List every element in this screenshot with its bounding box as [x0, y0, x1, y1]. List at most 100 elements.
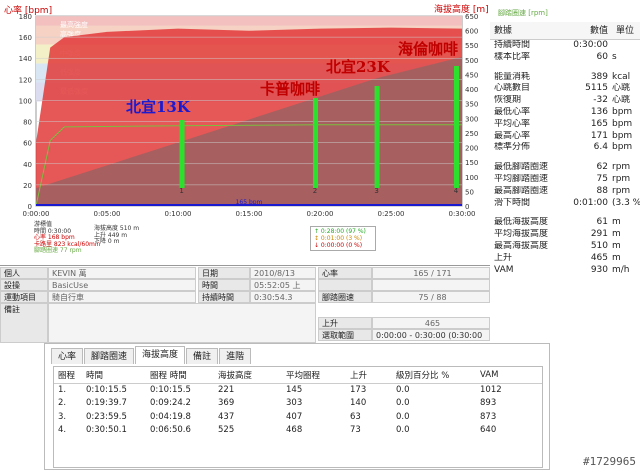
- summary-unit: m/h: [612, 264, 630, 275]
- summary-header-value[interactable]: 數值: [566, 22, 612, 39]
- note-label: 備註: [0, 303, 48, 343]
- y-tick-right: 550: [465, 42, 478, 50]
- summary-unit: rpm: [612, 185, 631, 196]
- col-lap[interactable]: 圈程: [54, 367, 82, 384]
- detail-tabs-panel: 心率 腳踏圈速 海拔高度 備註 進階 圈程 時間 圈程 時間 海拔高度 平均圈程…: [44, 343, 550, 470]
- x-tick: 0:05:00: [94, 210, 121, 218]
- summary-row: 最高腳踏圈速 88 rpm: [490, 186, 640, 198]
- summary-row: 樣本比率 60 s: [490, 52, 640, 64]
- summary-header-data[interactable]: 數據: [490, 22, 566, 39]
- person-label: 個人: [0, 267, 48, 279]
- time-field[interactable]: 05:52:05 上: [250, 279, 316, 291]
- tab-notes[interactable]: 備註: [186, 348, 219, 364]
- summary-row: 最低腳踏圈速 62 rpm: [490, 162, 640, 174]
- y-tick-left: 100: [19, 97, 32, 105]
- table-row[interactable]: 3. 0:23:59.5 0:04:19.8 437 407 63 0.0 873: [54, 410, 542, 424]
- chart-canvas[interactable]: 最高強度高強度中強度低強度最低強度18016014012010080604020…: [0, 0, 490, 222]
- person-field[interactable]: KEVIN 萬: [48, 267, 196, 279]
- y-tick-left: 20: [23, 182, 32, 190]
- col-time[interactable]: 時間: [82, 367, 146, 384]
- range-field: 0:00:00 - 0:30:00 (0:30:00: [372, 329, 490, 341]
- sport-field[interactable]: 騎自行車: [48, 291, 196, 303]
- summary-value: 6.4: [593, 142, 608, 153]
- summary-row: VAM 930 m/h: [490, 265, 640, 277]
- summary-value: 0:01:00: [573, 197, 608, 208]
- table-row[interactable]: 4. 0:30:50.1 0:06:50.6 525 468 73 0.0 640: [54, 424, 542, 438]
- summary-row: 平均腳踏圈速 75 rpm: [490, 174, 640, 186]
- table-row[interactable]: 2. 0:19:39.7 0:09:24.2 369 303 140 0.0 893: [54, 397, 542, 411]
- cursor-stat-line: 腳踏圈速 77 rpm: [34, 247, 82, 254]
- zone-time-box: ↑ 0:28:00 (97 %) ↕ 0:01:00 (3 %) ↓ 0:00:00…: [310, 226, 376, 251]
- summary-label: 最低海拔高度: [494, 217, 549, 228]
- lap-marker: [179, 120, 185, 188]
- summary-row: 最高海拔高度 510 m: [490, 241, 640, 253]
- duration-field[interactable]: 0:30:54.3: [250, 291, 316, 303]
- summary-header-unit[interactable]: 單位: [612, 22, 640, 39]
- y-tick-left: 80: [23, 119, 32, 127]
- summary-label: 恢復期: [494, 95, 522, 106]
- summary-label: 持續時間: [494, 40, 531, 50]
- zone-time-line: ↕ 0:01:00 (3 %): [314, 235, 363, 242]
- col-altitude[interactable]: 海拔高度: [214, 367, 282, 384]
- summary-unit: s: [612, 51, 617, 62]
- y-tick-left: 60: [23, 140, 32, 148]
- lap-number: 4: [454, 187, 459, 195]
- chart-annotation: 北宜23K: [326, 58, 391, 76]
- zone-label: 最高強度: [60, 20, 88, 29]
- summary-label: 平均海拔高度: [494, 229, 549, 240]
- summary-value: 165: [590, 118, 608, 129]
- x-tick: 0:10:00: [165, 210, 192, 218]
- summary-unit: bpm: [612, 130, 633, 141]
- y-tick-right: 150: [465, 159, 478, 167]
- x-tick: 0:15:00: [236, 210, 263, 218]
- summary-label: VAM: [494, 264, 514, 275]
- summary-unit: bpm: [612, 118, 633, 129]
- sport-label: 運動項目: [0, 291, 48, 303]
- summary-row: 平均海拔高度 291 m: [490, 229, 640, 241]
- table-cell: 63: [350, 411, 361, 422]
- summary-unit: m: [612, 240, 621, 251]
- table-cell: 3.: [58, 411, 67, 422]
- summary-row: 心跳數目 5115 心跳: [490, 83, 640, 95]
- summary-unit: rpm: [612, 162, 631, 173]
- tab-heart-rate[interactable]: 心率: [51, 348, 84, 364]
- summary-unit: bpm: [612, 142, 633, 153]
- table-cell: 0:10:15.5: [86, 385, 127, 395]
- y-tick-right: 600: [465, 28, 478, 36]
- table-cell: 4.: [58, 425, 67, 436]
- summary-label: 最高心率: [494, 130, 531, 141]
- cadence-axis-title: 腳踏圈速 [rpm]: [498, 9, 548, 17]
- summary-value: 389: [590, 71, 608, 82]
- summary-gap: [490, 64, 640, 72]
- col-ascent[interactable]: 上升: [346, 367, 392, 384]
- y-tick-right: 300: [465, 115, 478, 123]
- date-field[interactable]: 2010/8/13: [250, 267, 316, 279]
- col-vam[interactable]: VAM: [476, 367, 542, 384]
- summary-value: -32: [593, 95, 608, 106]
- note-field[interactable]: [48, 303, 316, 343]
- summary-unit: bpm: [612, 106, 633, 117]
- summary-value: 88: [596, 185, 608, 196]
- table-row[interactable]: 1. 0:10:15.5 0:10:15.5 221 145 173 0.0 1012: [54, 383, 542, 397]
- session-info: 個人 KEVIN 萬 設操 BasicUse 運動項目 騎自行車 備註 日期 2…: [0, 265, 490, 343]
- table-cell: 640: [480, 425, 497, 436]
- table-cell: 145: [286, 385, 303, 395]
- summary-row: 平均心率 165 bpm: [490, 119, 640, 131]
- summary-row: 能量消耗 389 kcal: [490, 72, 640, 84]
- tab-advanced[interactable]: 進階: [219, 348, 252, 364]
- x-tick: 0:30:00: [449, 210, 476, 218]
- summary-label: 心跳數目: [494, 83, 531, 94]
- mode-field[interactable]: BasicUse: [48, 279, 196, 291]
- col-lap-time[interactable]: 圈程 時間: [146, 367, 214, 384]
- col-avg-lap[interactable]: 平均圈程: [282, 367, 346, 384]
- summary-label: 最低心率: [494, 106, 531, 117]
- mode-label: 設操: [0, 279, 48, 291]
- tab-altitude[interactable]: 海拔高度: [135, 346, 186, 364]
- chart-annotation: 海倫咖啡: [398, 40, 458, 58]
- table-cell: 0.0: [396, 411, 410, 422]
- col-grade[interactable]: 級別百分比 %: [392, 367, 476, 384]
- lap-marker: [374, 86, 380, 188]
- workout-chart[interactable]: 最高強度高強度中強度低強度最低強度18016014012010080604020…: [0, 0, 490, 222]
- tab-cadence[interactable]: 腳踏圈速: [84, 348, 135, 364]
- summary-row: 最高心率 171 bpm: [490, 131, 640, 143]
